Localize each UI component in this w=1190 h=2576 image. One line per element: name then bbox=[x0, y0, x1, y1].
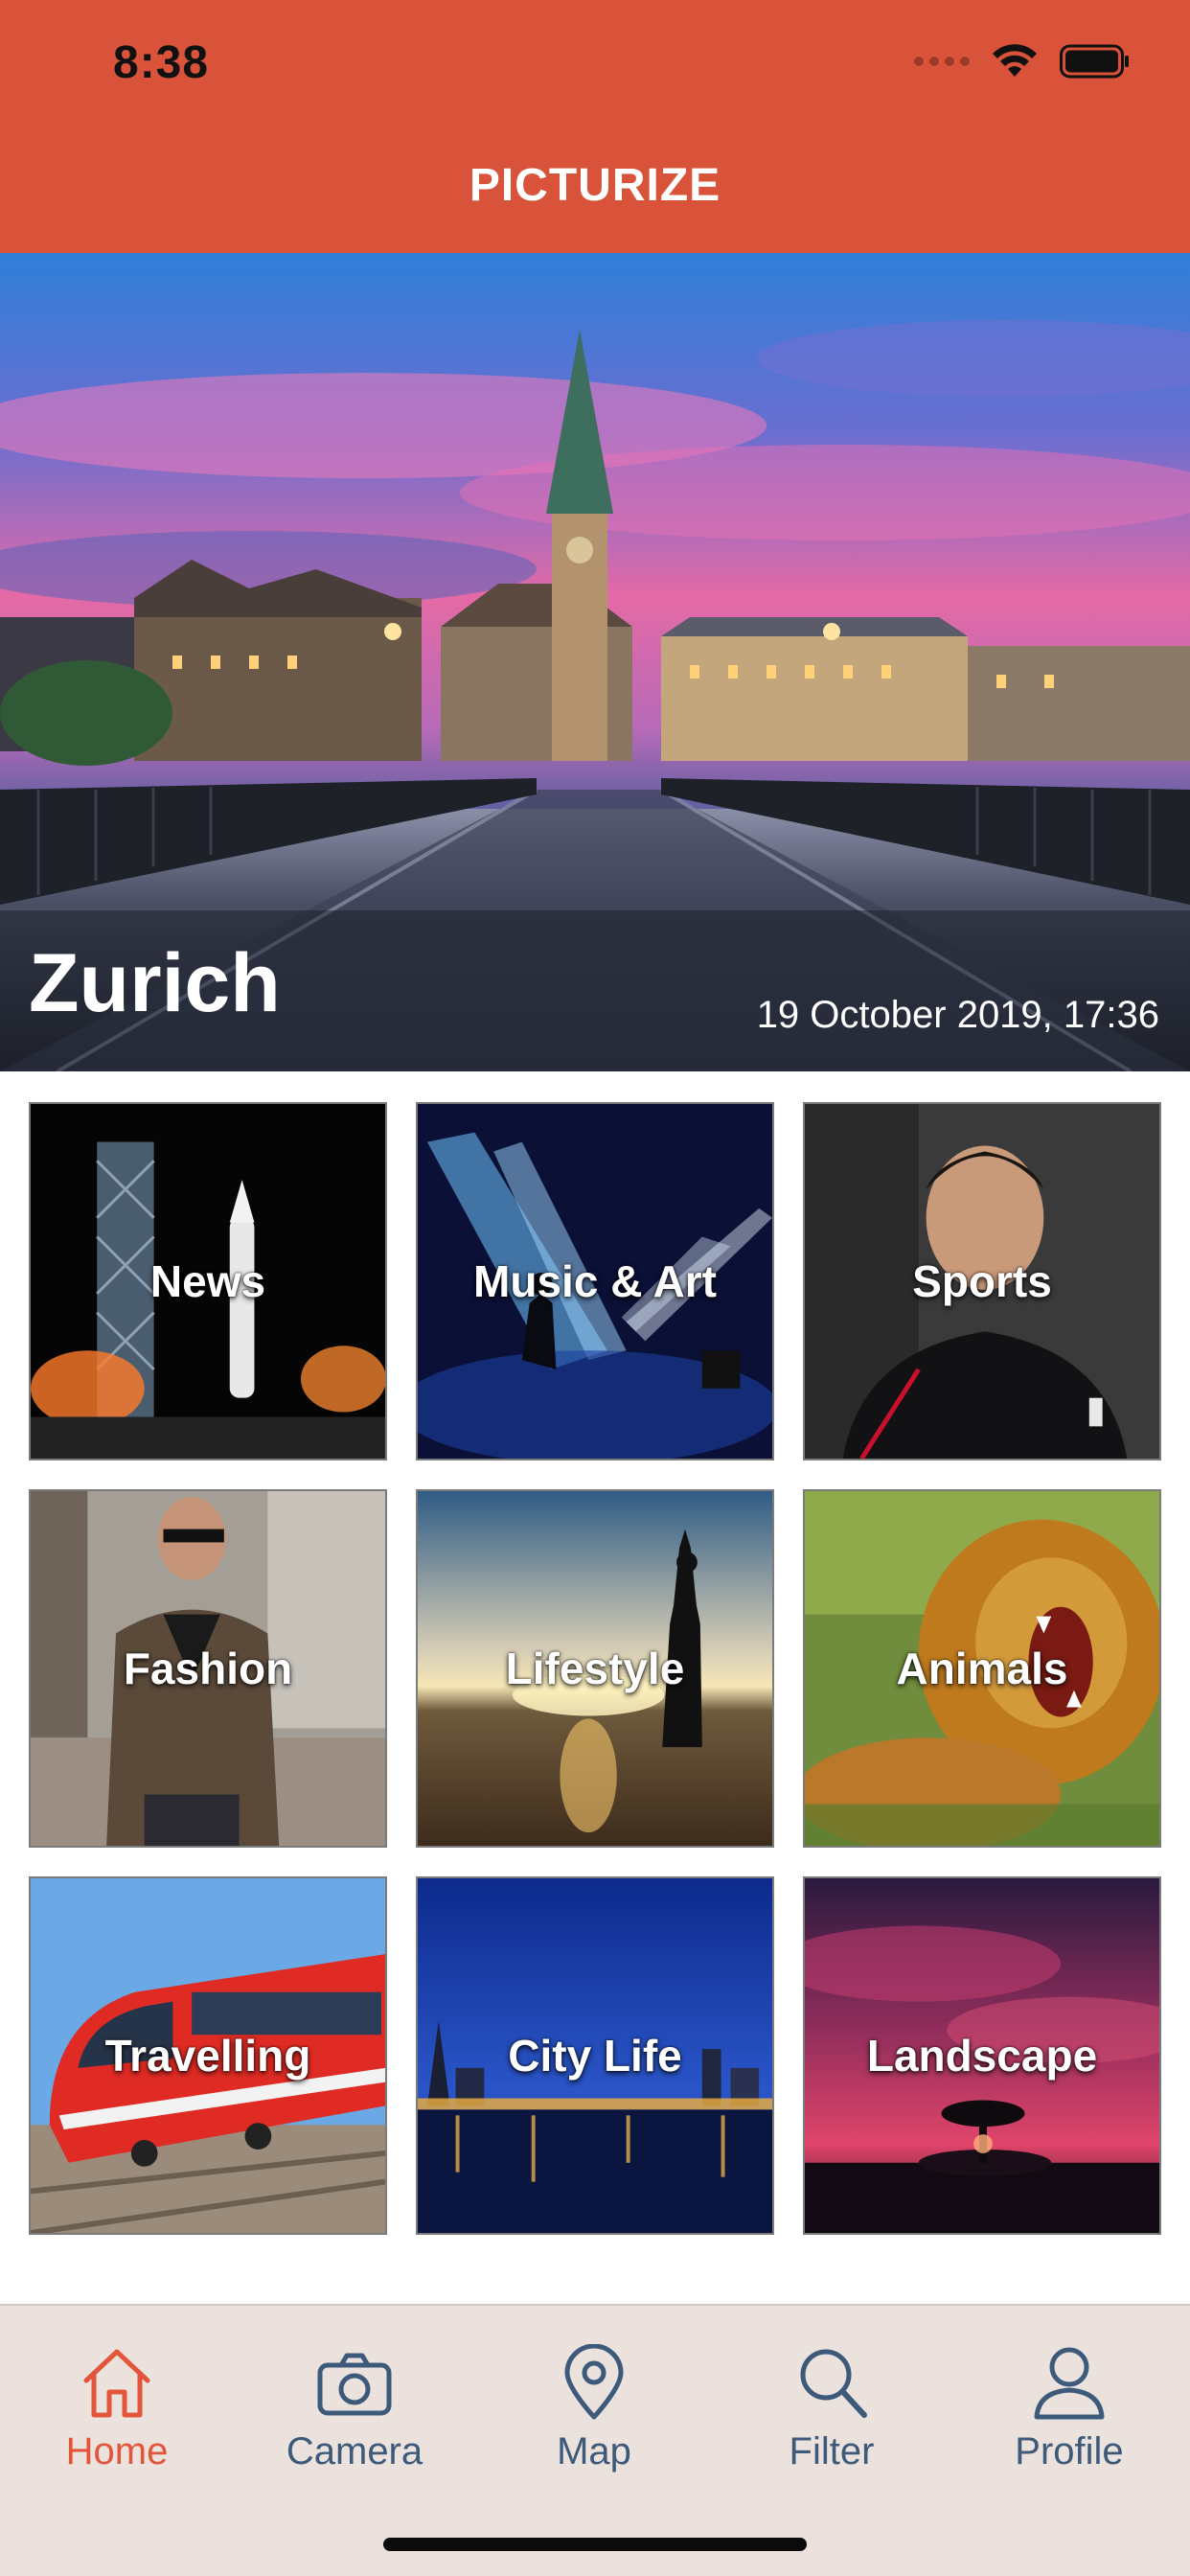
tab-profile[interactable]: Profile bbox=[973, 2344, 1165, 2488]
camera-icon bbox=[317, 2353, 392, 2416]
category-tile-sports[interactable]: Sports bbox=[803, 1102, 1161, 1460]
person-icon bbox=[1034, 2347, 1105, 2420]
category-label: Music & Art bbox=[473, 1256, 717, 1306]
app-title: PICTURIZE bbox=[469, 160, 721, 211]
category-label: City Life bbox=[508, 2031, 682, 2081]
category-label: Landscape bbox=[866, 2031, 1098, 2081]
category-label: Fashion bbox=[123, 1644, 293, 1693]
tab-home[interactable]: Home bbox=[21, 2344, 213, 2488]
category-label: Sports bbox=[912, 1256, 1052, 1306]
category-tile-lifestyle[interactable]: Lifestyle bbox=[416, 1489, 774, 1848]
category-grid: News Music & Art Sports Fashion Lifestyl… bbox=[29, 1102, 1161, 2235]
tab-filter[interactable]: Filter bbox=[736, 2344, 927, 2488]
status-time: 8:38 bbox=[113, 37, 210, 88]
hero-card[interactable]: Zurich 19 October 2019, 17:36 bbox=[0, 253, 1190, 1071]
battery-icon bbox=[1060, 44, 1129, 79]
category-tile-landscape[interactable]: Landscape bbox=[803, 1876, 1161, 2235]
wifi-icon bbox=[993, 44, 1037, 77]
search-icon bbox=[800, 2349, 867, 2418]
category-label: News bbox=[149, 1256, 266, 1306]
tab-label: Home bbox=[65, 2430, 169, 2472]
home-icon bbox=[83, 2349, 150, 2418]
category-tile-fashion[interactable]: Fashion bbox=[29, 1489, 387, 1848]
tab-label: Map bbox=[557, 2430, 631, 2472]
app-header: 8:38 PICTURIZE bbox=[0, 0, 1190, 253]
home-indicator[interactable] bbox=[383, 2538, 807, 2551]
hero-city-title: Zurich bbox=[29, 937, 281, 1029]
category-tile-city-life[interactable]: City Life bbox=[416, 1876, 774, 2235]
bottom-tab-bar: Home Camera Map Filter Profile bbox=[0, 2304, 1190, 2576]
category-label: Animals bbox=[896, 1644, 1068, 1693]
cellular-signal-icon bbox=[914, 57, 970, 66]
category-tile-travelling[interactable]: Travelling bbox=[29, 1876, 387, 2235]
category-tile-animals[interactable]: Animals bbox=[803, 1489, 1161, 1848]
tab-map[interactable]: Map bbox=[498, 2344, 690, 2488]
tab-label: Camera bbox=[286, 2430, 423, 2472]
map-pin-icon bbox=[564, 2344, 624, 2420]
hero-datetime: 19 October 2019, 17:36 bbox=[756, 994, 1159, 1036]
category-tile-news[interactable]: News bbox=[29, 1102, 387, 1460]
category-tile-music-art[interactable]: Music & Art bbox=[416, 1102, 774, 1460]
tab-label: Profile bbox=[1015, 2430, 1124, 2472]
category-label: Travelling bbox=[104, 2031, 311, 2081]
tab-camera[interactable]: Camera bbox=[259, 2344, 450, 2488]
tab-label: Filter bbox=[789, 2430, 875, 2472]
category-label: Lifestyle bbox=[505, 1644, 685, 1693]
status-icons bbox=[914, 42, 1131, 80]
